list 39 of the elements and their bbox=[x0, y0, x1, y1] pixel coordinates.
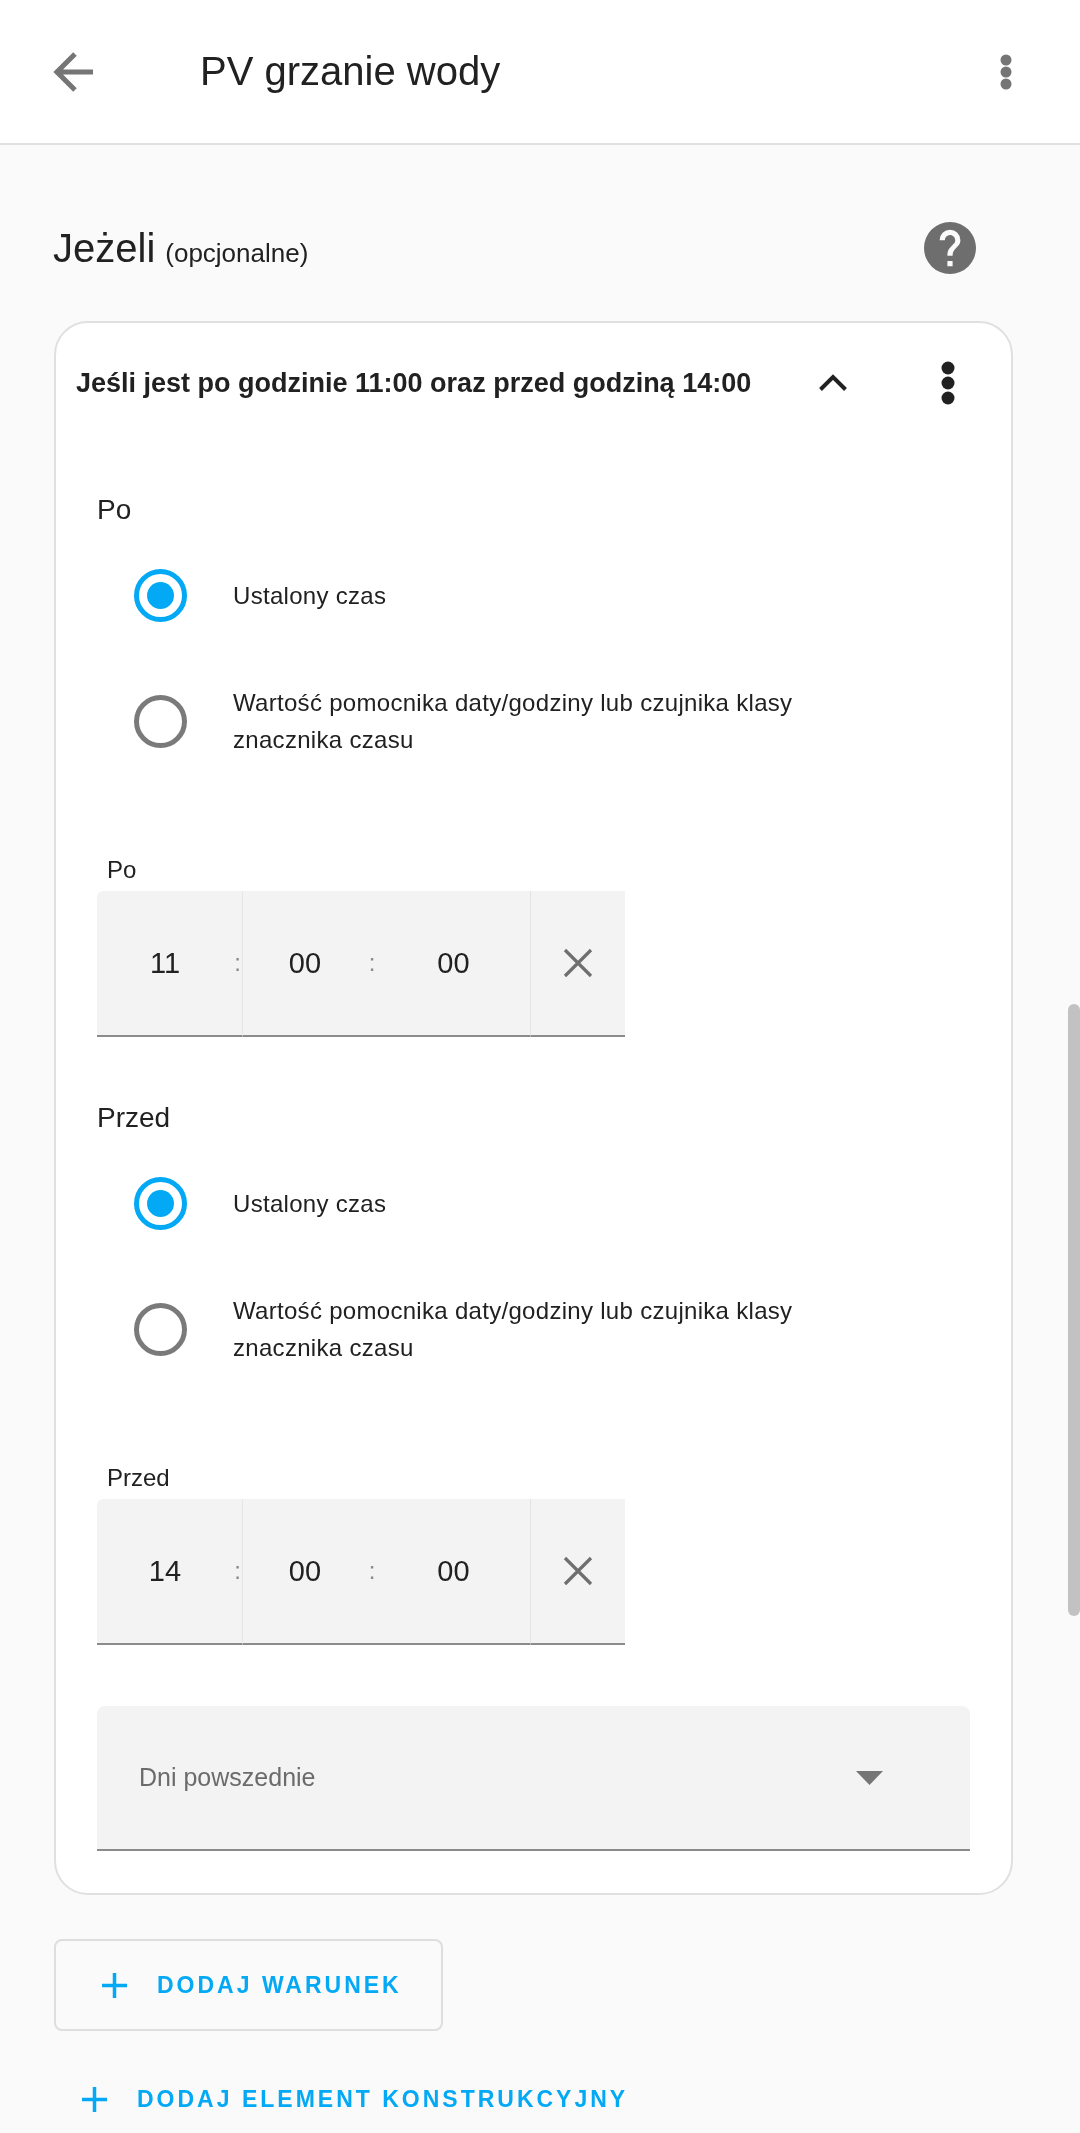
plus-icon bbox=[102, 1972, 127, 1998]
field-label: Przed bbox=[106, 1463, 171, 1493]
radio-button[interactable] bbox=[134, 1302, 187, 1356]
plus-icon bbox=[82, 2086, 107, 2112]
section-title: Jeżeli bbox=[53, 225, 156, 271]
seconds-input[interactable]: 00 bbox=[377, 891, 530, 1037]
seconds-input[interactable]: 00 bbox=[377, 1499, 530, 1645]
radio-label[interactable]: Ustalony czas bbox=[233, 1184, 387, 1222]
close-icon bbox=[563, 948, 593, 978]
help-icon bbox=[924, 222, 976, 274]
time-separator: : bbox=[367, 891, 377, 1037]
time-separator: : bbox=[233, 891, 243, 1037]
clear-button[interactable] bbox=[530, 891, 625, 1037]
back-arrow-icon bbox=[53, 51, 93, 92]
field-label: Po bbox=[106, 855, 138, 885]
radio-button[interactable] bbox=[134, 694, 187, 748]
radio-label[interactable]: Wartość pomocnika daty/godziny lub czujnika klasy znacznika czasu bbox=[233, 1292, 893, 1366]
time-separator: : bbox=[367, 1499, 377, 1645]
hours-input[interactable]: 14 bbox=[97, 1499, 233, 1645]
close-icon bbox=[563, 1556, 593, 1586]
optional-note: (opcjonalne) bbox=[165, 237, 309, 269]
vertical-dots-icon bbox=[1000, 53, 1012, 90]
scrollbar[interactable] bbox=[1068, 1004, 1080, 1616]
time-separator: : bbox=[233, 1499, 243, 1645]
hours-input[interactable]: 11 bbox=[97, 891, 233, 1037]
group-heading: Przed bbox=[97, 1101, 172, 1135]
condition-summary: Jeśli jest po godzinie 11:00 oraz przed godziną 14:00 bbox=[76, 367, 753, 399]
vertical-dots-icon bbox=[941, 361, 955, 405]
radio-button[interactable] bbox=[134, 1176, 187, 1230]
minutes-input[interactable]: 00 bbox=[243, 1499, 367, 1645]
group-heading: Po bbox=[97, 493, 133, 527]
page-title: PV grzanie wody bbox=[200, 49, 501, 94]
clear-button[interactable] bbox=[530, 1499, 625, 1645]
radio-label[interactable]: Wartość pomocnika daty/godziny lub czujnika klasy znacznika czasu bbox=[233, 684, 893, 758]
minutes-input[interactable]: 00 bbox=[243, 891, 367, 1037]
radio-button[interactable] bbox=[134, 568, 187, 622]
dropdown-triangle-icon bbox=[856, 1770, 883, 1785]
radio-label[interactable]: Ustalony czas bbox=[233, 576, 387, 614]
weekday-select[interactable]: Dni powszednie bbox=[97, 1706, 970, 1851]
